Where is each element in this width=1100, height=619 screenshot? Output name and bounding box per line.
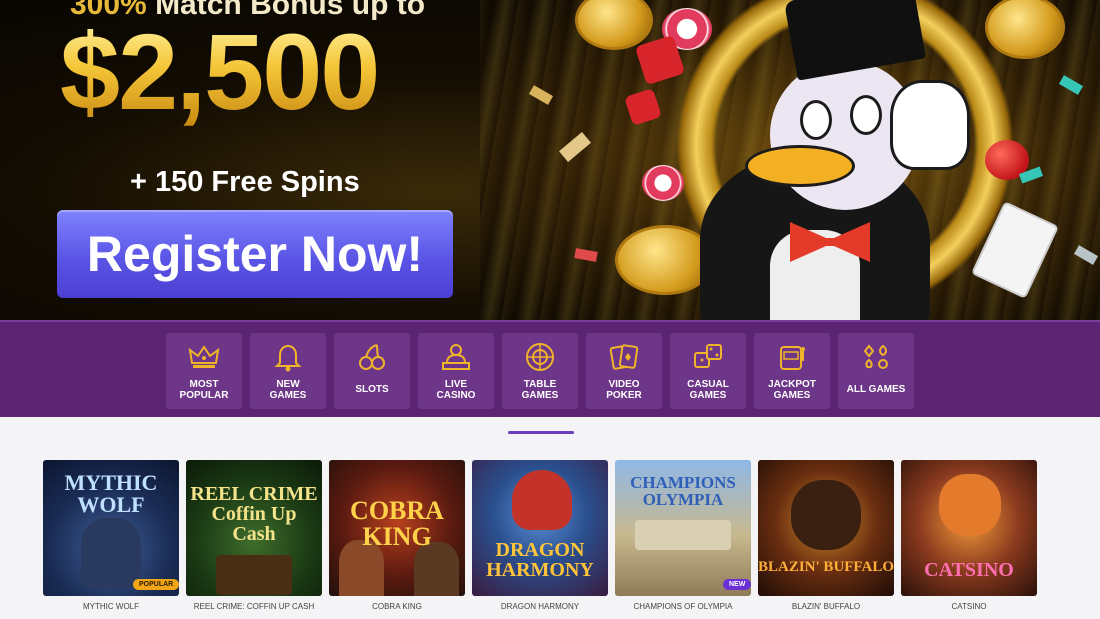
- slot-machine-icon: [772, 339, 812, 375]
- game-thumbnail[interactable]: DRAGON HARMONY: [472, 460, 608, 596]
- category-label: TABLE GAMES: [521, 379, 559, 401]
- crown-icon: [184, 339, 224, 375]
- category-label: MOST POPULAR: [179, 379, 229, 401]
- game-name: BLAZIN' BUFFALO: [791, 602, 861, 611]
- category-new-games[interactable]: NEW GAMES: [250, 333, 326, 409]
- category-label: SLOTS: [355, 384, 389, 395]
- game-tile-dragon-harmony[interactable]: DRAGON HARMONY DRAGON HARMONY: [472, 460, 608, 611]
- game-category-bar: MOST POPULAR NEW GAMES SLOTS LIVE CASINO…: [0, 320, 1100, 417]
- game-art-title: COBRA KING: [350, 496, 444, 551]
- game-tile-mythic-wolf[interactable]: MYTHIC WOLF POPULAR MYTHIC WOLF: [43, 460, 179, 611]
- game-art-title: BLAZIN' BUFFALO: [758, 559, 894, 575]
- category-label: LIVE CASINO: [436, 379, 476, 401]
- cards-icon: [604, 339, 644, 375]
- game-art-title: DRAGON HARMONY: [486, 539, 594, 581]
- game-tile-cobra-king[interactable]: COBRA KING COBRA KING: [329, 460, 465, 611]
- game-thumbnail[interactable]: COBRA KING: [329, 460, 465, 596]
- game-name: REEL CRIME: COFFIN UP CASH: [193, 602, 315, 611]
- game-grid: MYTHIC WOLF POPULAR MYTHIC WOLF REEL CRI…: [43, 460, 1037, 611]
- poker-chip-icon: [642, 165, 684, 201]
- mascot-eye: [800, 100, 832, 140]
- register-now-button[interactable]: Register Now!: [57, 210, 453, 298]
- cherries-icon: [352, 339, 392, 375]
- category-label: NEW GAMES: [269, 379, 307, 401]
- popular-badge: POPULAR: [133, 579, 179, 590]
- category-label: JACKPOT GAMES: [768, 379, 816, 401]
- game-thumbnail[interactable]: BLAZIN' BUFFALO: [758, 460, 894, 596]
- game-name: DRAGON HARMONY: [500, 602, 580, 611]
- dealer-icon: [436, 339, 476, 375]
- promo-banner[interactable]: 300% Match Bonus up to $2,500 + 150 Free…: [0, 0, 1100, 320]
- games-section: MYTHIC WOLF POPULAR MYTHIC WOLF REEL CRI…: [0, 417, 1100, 619]
- bell-icon: [268, 339, 308, 375]
- game-thumbnail[interactable]: CHAMPIONS OLYMPIA NEW: [615, 460, 751, 596]
- category-list: MOST POPULAR NEW GAMES SLOTS LIVE CASINO…: [166, 333, 914, 409]
- roulette-icon: [520, 339, 560, 375]
- game-art-title: MYTHIC WOLF: [64, 470, 158, 517]
- game-name: MYTHIC WOLF: [83, 602, 139, 611]
- mascot-eye: [850, 95, 882, 135]
- game-thumbnail[interactable]: MYTHIC WOLF POPULAR: [43, 460, 179, 596]
- new-badge: NEW: [723, 579, 751, 590]
- category-live-casino[interactable]: LIVE CASINO: [418, 333, 494, 409]
- game-art-title: CHAMPIONS OLYMPIA: [630, 473, 736, 509]
- game-art-title: CATSINO: [924, 559, 1014, 581]
- category-video-poker[interactable]: VIDEO POKER: [586, 333, 662, 409]
- game-name: CATSINO: [951, 602, 987, 611]
- game-tile-reel-crime-coffin-up-cash[interactable]: REEL CRIME Coffin Up Cash REEL CRIME: CO…: [186, 460, 322, 611]
- game-tile-blazin-buffalo[interactable]: BLAZIN' BUFFALO BLAZIN' BUFFALO: [758, 460, 894, 611]
- dice-icon: [688, 339, 728, 375]
- category-jackpot-games[interactable]: JACKPOT GAMES: [754, 333, 830, 409]
- category-label: VIDEO POKER: [606, 379, 642, 401]
- mascot-glove: [890, 80, 970, 170]
- game-tile-champions-of-olympia[interactable]: CHAMPIONS OLYMPIA NEW CHAMPIONS OF OLYMP…: [615, 460, 751, 611]
- free-spins-text: + 150 Free Spins: [130, 166, 360, 198]
- active-tab-indicator: [508, 431, 574, 434]
- game-thumbnail[interactable]: CATSINO: [901, 460, 1037, 596]
- game-tile-catsino[interactable]: CATSINO CATSINO: [901, 460, 1037, 611]
- game-thumbnail[interactable]: REEL CRIME Coffin Up Cash: [186, 460, 322, 596]
- category-slots[interactable]: SLOTS: [334, 333, 410, 409]
- game-name: CHAMPIONS OF OLYMPIA: [633, 602, 733, 611]
- category-label: CASUAL GAMES: [687, 379, 729, 401]
- category-all-games[interactable]: ALL GAMES: [838, 333, 914, 409]
- bonus-amount: $2,500: [60, 18, 480, 126]
- mascot-beak: [745, 145, 855, 187]
- category-casual-games[interactable]: CASUAL GAMES: [670, 333, 746, 409]
- suits-icon: [856, 339, 896, 375]
- game-name: COBRA KING: [372, 602, 422, 611]
- game-art-title: REEL CRIME Coffin Up Cash: [190, 483, 318, 545]
- category-most-popular[interactable]: MOST POPULAR: [166, 333, 242, 409]
- category-table-games[interactable]: TABLE GAMES: [502, 333, 578, 409]
- category-label: ALL GAMES: [846, 384, 906, 395]
